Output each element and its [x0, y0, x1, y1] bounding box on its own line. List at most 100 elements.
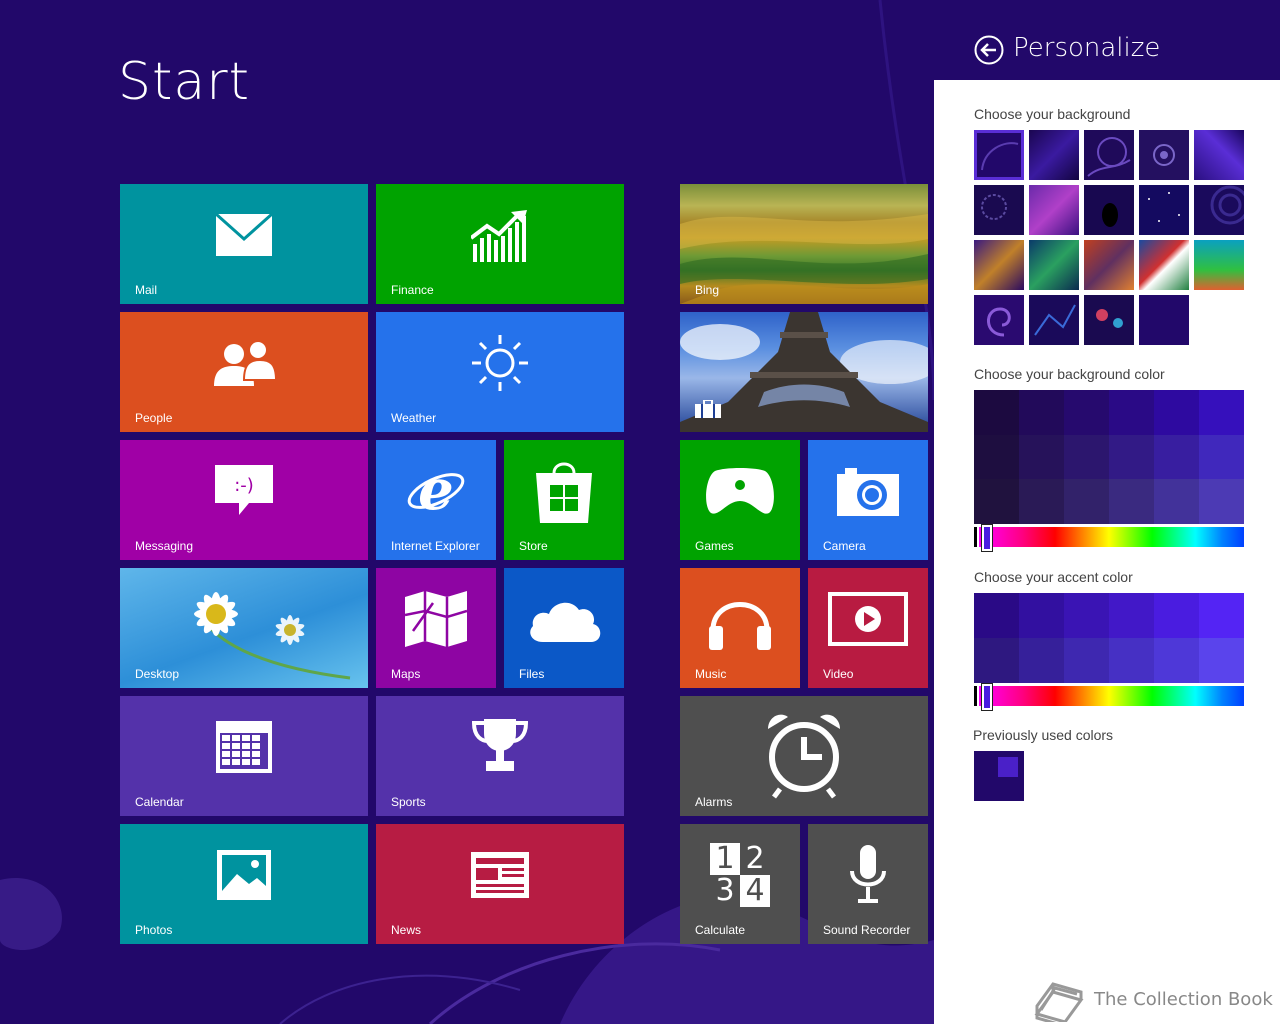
slider-thumb[interactable] [981, 683, 993, 711]
tile-video[interactable]: Video [808, 568, 928, 688]
background-pattern-thumb[interactable] [1029, 295, 1079, 345]
tile-label: Messaging [135, 539, 194, 553]
microphone-icon [850, 845, 886, 903]
video-play-icon [828, 592, 908, 646]
smiley-text: :-) [234, 475, 254, 496]
tile-desktop[interactable]: Desktop [120, 568, 368, 688]
background-pattern-thumb[interactable] [1194, 130, 1244, 180]
background-pattern-thumb[interactable] [974, 185, 1024, 235]
alarm-clock-icon [768, 714, 840, 799]
shopping-bag-icon [536, 462, 592, 523]
background-hue-slider[interactable] [974, 524, 1244, 552]
tile-calendar[interactable]: Calendar [120, 696, 368, 816]
camera-icon [837, 468, 899, 516]
tile-alarms[interactable]: Alarms [680, 696, 928, 816]
start-title: Start [118, 52, 251, 112]
background-color-swatches[interactable] [974, 390, 1244, 524]
tile-label: Bing [695, 283, 720, 297]
calculator-digits-icon: 1 2 3 4 [710, 843, 770, 907]
background-pattern-thumb[interactable] [1084, 295, 1134, 345]
tile-label: Desktop [135, 667, 180, 681]
background-pattern-thumb[interactable] [1084, 185, 1134, 235]
tile-messaging[interactable]: :-) Messaging [120, 440, 368, 560]
headphones-icon [709, 602, 771, 650]
calc-digit: 1 [710, 843, 740, 875]
tile-label: Sports [391, 795, 426, 809]
tile-music[interactable]: Music [680, 568, 800, 688]
back-arrow-icon[interactable] [974, 35, 1004, 65]
background-pattern-thumb[interactable] [974, 295, 1024, 345]
tile-label: Alarms [695, 795, 733, 809]
tile-label: Games [695, 539, 734, 553]
tile-label: Finance [391, 283, 434, 297]
map-icon [405, 591, 467, 647]
start-screen: Start Mail Finance Bing People Weather:… [0, 0, 934, 1024]
accent-hue-slider[interactable] [974, 683, 1244, 711]
accent-color-swatches[interactable] [974, 593, 1244, 683]
newspaper-icon [471, 852, 529, 898]
suitcase-icon [695, 400, 721, 418]
tile-label: Maps [391, 667, 421, 681]
tile-label: Files [519, 667, 545, 681]
tile-finance[interactable]: Finance [376, 184, 624, 304]
tile-weather[interactable]: Weather [376, 312, 624, 432]
tile-maps[interactable]: Maps [376, 568, 496, 688]
tile-travel[interactable] [680, 312, 928, 432]
background-pattern-thumb[interactable] [1139, 240, 1189, 290]
background-pattern-thumb[interactable] [1084, 130, 1134, 180]
xbox-controller-icon [706, 468, 774, 514]
tile-label: Video [823, 667, 854, 681]
tile-calculate[interactable]: 1 2 3 4 Calculate [680, 824, 800, 944]
background-pattern-thumb[interactable] [1139, 185, 1189, 235]
tile-files[interactable]: Files [504, 568, 624, 688]
background-pattern-thumb[interactable] [1139, 130, 1189, 180]
background-pattern-thumb[interactable] [1139, 295, 1189, 345]
background-heading: Choose your background [974, 106, 1131, 122]
sun-icon [472, 335, 528, 391]
tile-games[interactable]: Games [680, 440, 800, 560]
tile-bing[interactable]: Bing [680, 184, 928, 304]
slider-thumb[interactable] [981, 524, 993, 552]
tile-label: Mail [135, 283, 158, 297]
tile-people[interactable]: People [120, 312, 368, 432]
trophy-icon [472, 719, 528, 771]
background-pattern-thumb[interactable] [1029, 185, 1079, 235]
watermark-text: The Collection Book [1094, 989, 1273, 1010]
tile-label: Sound Recorder [823, 923, 911, 937]
photo-icon [217, 850, 271, 900]
previous-color-swatch[interactable] [974, 751, 1024, 801]
tile-camera[interactable]: Camera [808, 440, 928, 560]
chart-up-icon [471, 210, 527, 262]
tile-sound-recorder[interactable]: Sound Recorder [808, 824, 928, 944]
tile-label: Store [519, 539, 548, 553]
background-pattern-thumb[interactable] [1194, 185, 1250, 235]
tile-label: People [135, 411, 173, 425]
tile-mail[interactable]: Mail [120, 184, 368, 304]
tile-label: Music [695, 667, 727, 681]
background-pattern-thumb[interactable] [974, 240, 1024, 290]
tile-news[interactable]: News [376, 824, 624, 944]
book-icon [1034, 982, 1084, 1022]
tile-photos[interactable]: Photos [120, 824, 368, 944]
background-pattern-thumb[interactable] [1084, 240, 1134, 290]
background-pattern-thumb[interactable] [974, 130, 1024, 180]
background-color-heading: Choose your background color [974, 366, 1165, 382]
tile-label: Internet Explorer [391, 539, 480, 553]
personalize-panel: Personalize Choose your background Choos… [934, 0, 1280, 1024]
tile-internet-explorer[interactable]: e Internet Explorer [376, 440, 496, 560]
tile-label: Calendar [135, 795, 184, 809]
svg-text:e: e [418, 461, 454, 521]
background-pattern-thumb[interactable] [1029, 240, 1079, 290]
accent-color-heading: Choose your accent color [974, 569, 1133, 585]
speech-bubble-icon: :-) [215, 465, 273, 515]
internet-explorer-icon: e [407, 461, 465, 521]
background-pattern-thumb[interactable] [1029, 130, 1079, 180]
background-pattern-thumb[interactable] [1194, 240, 1244, 290]
mail-icon [215, 213, 273, 256]
calc-digit: 2 [745, 841, 765, 876]
tile-store[interactable]: Store [504, 440, 624, 560]
calendar-icon [216, 721, 272, 773]
tile-sports[interactable]: Sports [376, 696, 624, 816]
panel-header: Personalize [934, 0, 1280, 80]
panel-title: Personalize [1013, 33, 1161, 63]
